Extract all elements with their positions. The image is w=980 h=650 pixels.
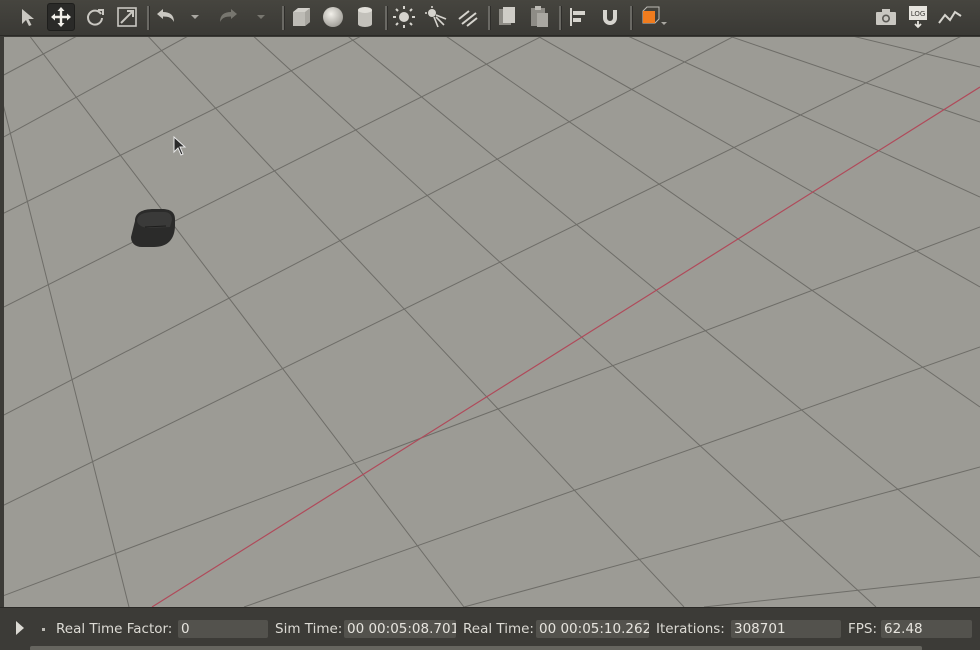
toolbar-separator — [559, 6, 562, 30]
robot-model[interactable] — [131, 209, 175, 247]
toolbar-separator — [488, 6, 491, 30]
step-icon[interactable] — [42, 628, 45, 631]
toolbar-separator — [282, 6, 285, 30]
box-shape-icon[interactable] — [287, 3, 315, 31]
spot-light-icon[interactable] — [422, 3, 450, 31]
svg-text:LOG: LOG — [911, 10, 926, 18]
log-recorder-icon[interactable]: LOG — [904, 3, 932, 31]
real-time-factor-label: Real Time Factor: — [56, 621, 173, 637]
snap-magnet-icon[interactable] — [596, 3, 624, 31]
main-toolbar: LOG — [0, 0, 980, 36]
play-icon[interactable] — [12, 620, 28, 636]
rotate-mode-icon[interactable] — [81, 3, 109, 31]
redo-history-dropdown-icon[interactable] — [252, 3, 270, 31]
real-time-value: 00 00:05:10.262 — [536, 620, 649, 638]
align-icon[interactable] — [564, 3, 592, 31]
plot-icon[interactable] — [936, 3, 964, 31]
real-time-label: Real Time: — [463, 621, 534, 637]
toolbar-separator — [147, 6, 150, 30]
paste-icon[interactable] — [525, 3, 553, 31]
sphere-shape-icon[interactable] — [319, 3, 347, 31]
directional-light-icon[interactable] — [454, 3, 482, 31]
iterations-label: Iterations: — [656, 621, 725, 637]
undo-history-dropdown-icon[interactable] — [186, 3, 204, 31]
cylinder-shape-icon[interactable] — [351, 3, 379, 31]
translate-mode-icon[interactable] — [47, 3, 75, 31]
toolbar-separator — [385, 6, 388, 30]
iterations-value: 308701 — [731, 620, 841, 638]
copy-icon[interactable] — [493, 3, 521, 31]
horizontal-scrollbar[interactable] — [30, 646, 922, 650]
fps-value: 62.48 — [881, 620, 972, 638]
view-angle-icon[interactable] — [636, 3, 670, 31]
point-light-icon[interactable] — [390, 3, 418, 31]
undo-icon[interactable] — [152, 3, 180, 31]
ground-plane-grid — [4, 37, 980, 607]
screenshot-camera-icon[interactable] — [872, 3, 900, 31]
real-time-factor-value: 0 — [178, 620, 268, 638]
mouse-pointer-icon — [173, 135, 187, 160]
sim-time-value: 00 00:05:08.701 — [344, 620, 456, 638]
status-bar: Real Time Factor: 0 Sim Time: 00 00:05:0… — [0, 607, 980, 650]
scale-mode-icon[interactable] — [113, 3, 141, 31]
scene-3d-viewport[interactable] — [4, 37, 980, 607]
toolbar-separator — [630, 6, 633, 30]
redo-icon[interactable] — [214, 3, 242, 31]
x-axis-line — [151, 86, 980, 607]
fps-label: FPS: — [848, 621, 878, 637]
gazebo-window: LOG Real Time Factor: 0 Sim Time: 00 00:… — [0, 0, 980, 650]
select-mode-icon[interactable] — [14, 3, 42, 31]
sim-time-label: Sim Time: — [275, 621, 343, 637]
